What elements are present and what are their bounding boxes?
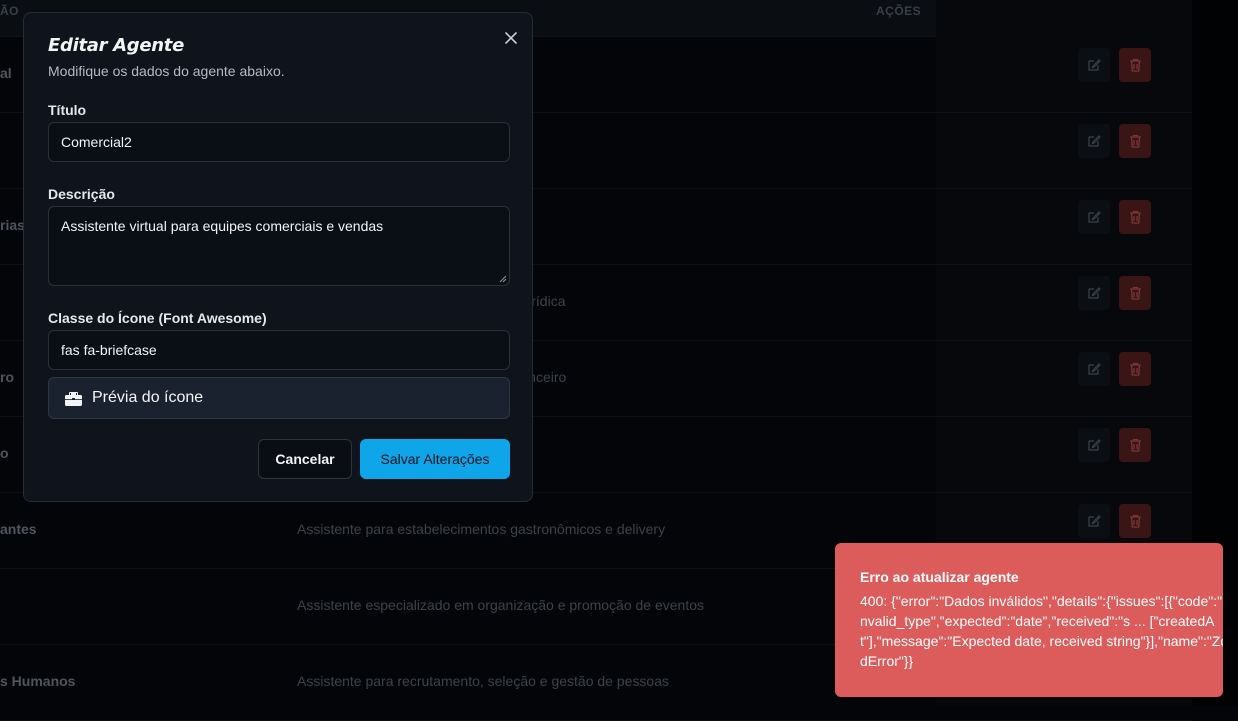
delete-button[interactable] <box>1119 48 1151 82</box>
row-title: s Humanos <box>0 673 76 689</box>
edit-icon <box>1087 58 1101 72</box>
close-icon <box>505 32 517 44</box>
edit-button[interactable] <box>1078 200 1110 234</box>
delete-button[interactable] <box>1119 200 1151 234</box>
edit-icon <box>1087 134 1101 148</box>
description-text: Assistente virtual para equipes comercia… <box>61 218 384 234</box>
edit-icon <box>1087 362 1101 376</box>
cancel-button[interactable]: Cancelar <box>258 439 352 479</box>
description-label: Descrição <box>48 186 115 202</box>
edit-button[interactable] <box>1078 352 1110 386</box>
edit-button[interactable] <box>1078 48 1110 82</box>
delete-button[interactable] <box>1119 124 1151 158</box>
row-title: antes <box>0 521 37 537</box>
close-button[interactable] <box>502 29 520 47</box>
row-description: Assistente para recrutamento, seleção e … <box>297 673 669 689</box>
row-description: Assistente especializado em organização … <box>297 597 705 613</box>
save-changes-button[interactable]: Salvar Alterações <box>360 439 510 479</box>
trash-icon <box>1129 514 1142 528</box>
edit-icon <box>1087 514 1101 528</box>
edit-agent-dialog: Editar Agente Modifique os dados do agen… <box>23 12 533 502</box>
briefcase-icon <box>65 391 82 406</box>
title-input[interactable]: Comercial2 <box>48 122 510 162</box>
row-title: al <box>0 65 12 81</box>
row-title: rias <box>0 217 25 233</box>
toast-message: 400: {"error":"Dados inválidos","details… <box>860 593 1223 669</box>
edit-icon <box>1087 210 1101 224</box>
icon-preview-label: Prévia do ícone <box>92 389 204 406</box>
row-title: ro <box>0 369 14 385</box>
error-toast[interactable]: Erro ao atualizar agente 400: {"error":"… <box>835 543 1223 697</box>
dialog-subtitle: Modifique os dados do agente abaixo. <box>48 63 285 79</box>
trash-icon <box>1129 438 1142 452</box>
resize-handle-icon[interactable] <box>499 275 507 283</box>
delete-button[interactable] <box>1119 276 1151 310</box>
icon-preview: Prévia do ícone <box>48 377 510 419</box>
header-column-description: ÃO <box>0 4 19 18</box>
dialog-title: Editar Agente <box>48 35 184 56</box>
edit-button[interactable] <box>1078 124 1110 158</box>
row-title: o <box>0 445 9 461</box>
edit-button[interactable] <box>1078 428 1110 462</box>
trash-icon <box>1129 362 1142 376</box>
icon-class-label: Classe do Ícone (Font Awesome) <box>48 310 267 326</box>
trash-icon <box>1129 58 1142 72</box>
trash-icon <box>1129 210 1142 224</box>
header-column-actions: AÇÕES <box>876 4 922 18</box>
icon-class-input[interactable]: fas fa-briefcase <box>48 330 510 370</box>
edit-icon <box>1087 438 1101 452</box>
trash-icon <box>1129 286 1142 300</box>
description-textarea[interactable]: Assistente virtual para equipes comercia… <box>48 206 510 286</box>
edit-icon <box>1087 286 1101 300</box>
toast-title: Erro ao atualizar agente <box>860 569 1019 585</box>
delete-button[interactable] <box>1119 428 1151 462</box>
delete-button[interactable] <box>1119 504 1151 538</box>
edit-button[interactable] <box>1078 276 1110 310</box>
row-description: Assistente para estabelecimentos gastron… <box>297 521 666 537</box>
edit-button[interactable] <box>1078 504 1110 538</box>
title-label: Título <box>48 102 87 118</box>
trash-icon <box>1129 134 1142 148</box>
delete-button[interactable] <box>1119 352 1151 386</box>
